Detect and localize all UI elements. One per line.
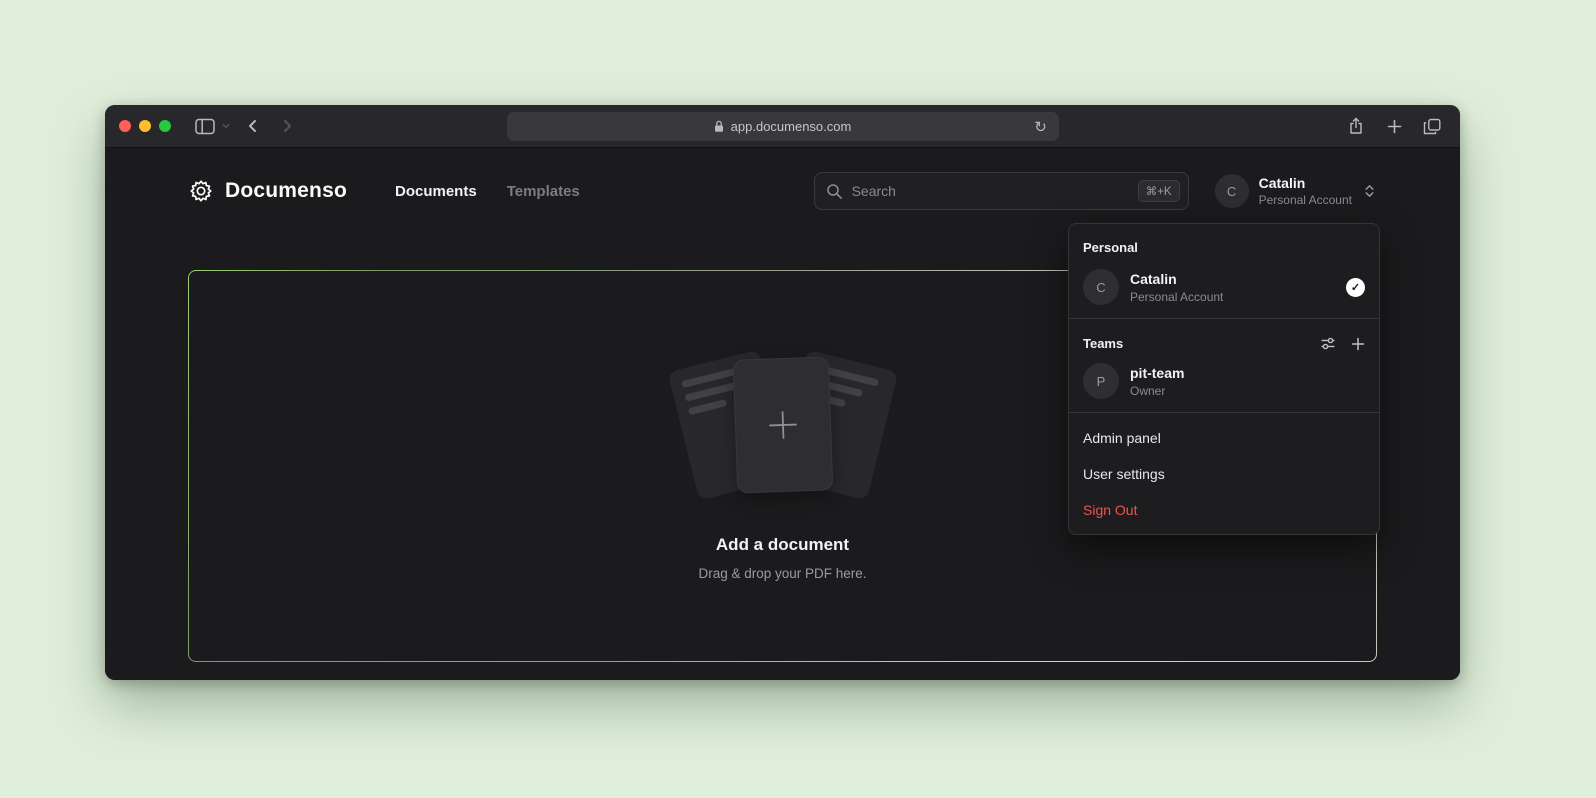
personal-account-item[interactable]: C Catalin Personal Account ✓	[1069, 263, 1379, 311]
lock-icon	[714, 120, 724, 133]
manage-teams-button[interactable]	[1320, 336, 1336, 351]
chevron-left-icon	[245, 118, 261, 134]
sliders-icon	[1320, 336, 1336, 351]
sidebar-icon	[195, 118, 215, 135]
share-icon	[1348, 117, 1364, 135]
new-tab-button[interactable]	[1380, 112, 1408, 140]
refresh-button[interactable]: ↻	[1029, 112, 1053, 141]
menu-item-user-settings[interactable]: User settings	[1069, 456, 1379, 492]
share-button[interactable]	[1342, 112, 1370, 140]
teams-section-label: Teams	[1083, 336, 1123, 351]
dropzone-title: Add a document	[716, 535, 849, 555]
toolbar-right-group	[1342, 112, 1446, 140]
account-menu-button[interactable]: C Catalin Personal Account	[1215, 174, 1377, 208]
sidebar-toggle-button[interactable]	[191, 112, 219, 140]
avatar: P	[1083, 363, 1119, 399]
plus-icon	[1387, 119, 1402, 134]
personal-account-subtitle: Personal Account	[1130, 290, 1223, 304]
close-window-button[interactable]	[119, 120, 131, 132]
sidebar-menu-chevron[interactable]	[219, 115, 233, 137]
address-bar[interactable]: app.documenso.com ↻	[507, 112, 1059, 141]
account-dropdown-menu: Personal C Catalin Personal Account ✓ Te…	[1068, 223, 1380, 535]
tabs-icon	[1423, 118, 1441, 135]
chevron-down-icon	[222, 123, 230, 129]
back-button[interactable]	[239, 112, 267, 140]
chevron-right-icon	[279, 118, 295, 134]
teams-actions	[1320, 336, 1365, 351]
documenso-logo-icon	[188, 178, 214, 204]
app-header: Documenso Documents Templates Search ⌘+K…	[105, 148, 1460, 210]
menu-item-admin-panel[interactable]: Admin panel	[1069, 420, 1379, 456]
team-name: pit-team	[1130, 365, 1184, 381]
search-shortcut-badge: ⌘+K	[1138, 180, 1180, 202]
menu-item-sign-out[interactable]: Sign Out	[1069, 492, 1379, 528]
brand-name: Documenso	[225, 179, 347, 203]
tab-overview-button[interactable]	[1418, 112, 1446, 140]
teams-section-header: Teams	[1069, 326, 1379, 357]
app-page: Documenso Documents Templates Search ⌘+K…	[105, 148, 1460, 680]
browser-window: app.documenso.com ↻	[105, 105, 1460, 680]
menu-divider	[1069, 318, 1379, 319]
search-input[interactable]: Search ⌘+K	[814, 172, 1189, 210]
dropzone-subtitle: Drag & drop your PDF here.	[698, 566, 866, 581]
account-subtitle: Personal Account	[1259, 193, 1352, 207]
personal-section-label: Personal	[1069, 228, 1379, 263]
avatar: C	[1083, 269, 1119, 305]
browser-toolbar: app.documenso.com ↻	[105, 105, 1460, 148]
team-role: Owner	[1130, 384, 1184, 398]
search-icon	[826, 183, 843, 200]
personal-account-text: Catalin Personal Account	[1130, 271, 1223, 304]
traffic-lights	[119, 120, 171, 132]
add-team-button[interactable]	[1351, 337, 1365, 351]
selected-check-icon: ✓	[1346, 278, 1365, 297]
team-item[interactable]: P pit-team Owner	[1069, 357, 1379, 405]
team-item-text: pit-team Owner	[1130, 365, 1184, 398]
account-text: Catalin Personal Account	[1259, 175, 1352, 207]
nav-documents[interactable]: Documents	[395, 183, 477, 200]
plus-icon	[1351, 337, 1365, 351]
minimize-window-button[interactable]	[139, 120, 151, 132]
main-nav: Documents Templates	[395, 183, 580, 200]
chevron-up-down-icon	[1362, 183, 1377, 199]
nav-templates[interactable]: Templates	[507, 183, 580, 200]
avatar: C	[1215, 174, 1249, 208]
menu-divider	[1069, 412, 1379, 413]
brand-logo[interactable]: Documenso	[188, 178, 347, 204]
document-stack-illustration	[668, 351, 898, 503]
document-card-front	[733, 357, 832, 492]
url-text: app.documenso.com	[731, 119, 852, 134]
personal-account-name: Catalin	[1130, 271, 1223, 287]
zoom-window-button[interactable]	[159, 120, 171, 132]
add-plus-icon	[765, 407, 800, 442]
forward-button[interactable]	[273, 112, 301, 140]
search-placeholder: Search	[852, 183, 896, 199]
refresh-icon: ↻	[1034, 118, 1047, 136]
account-name: Catalin	[1259, 175, 1352, 191]
